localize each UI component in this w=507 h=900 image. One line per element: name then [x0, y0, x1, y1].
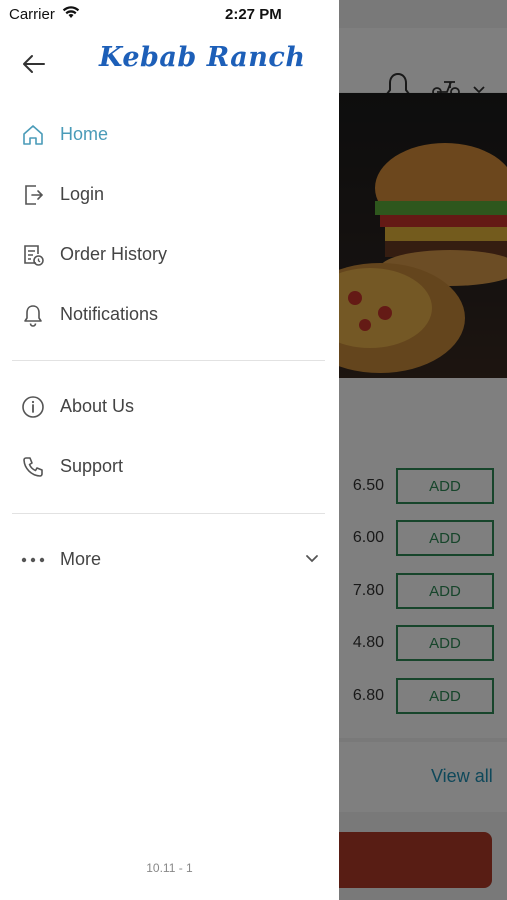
info-icon — [20, 394, 46, 420]
menu-item-home[interactable]: Home — [0, 109, 339, 161]
menu-label: More — [60, 549, 102, 569]
home-icon — [20, 122, 46, 148]
chevron-down-icon[interactable] — [304, 552, 320, 570]
menu-item-login[interactable]: Login — [0, 169, 339, 221]
menu-item-more[interactable]: More — [0, 534, 339, 586]
menu-item-notifications[interactable]: Notifications — [0, 289, 339, 341]
wifi-icon — [62, 6, 80, 24]
brand-logo: Kebab Ranch — [99, 42, 306, 73]
menu-label: Home — [60, 124, 109, 144]
order-history-icon — [20, 242, 46, 268]
carrier-label: Carrier — [9, 6, 55, 23]
menu-label: Support — [60, 456, 124, 476]
menu-divider — [12, 513, 325, 514]
back-arrow-icon[interactable] — [18, 48, 50, 80]
clock: 2:27 PM — [225, 6, 282, 23]
menu-item-about-us[interactable]: About Us — [0, 381, 339, 433]
app-version: 10.11 - 1 — [146, 861, 193, 875]
menu-divider — [12, 360, 325, 361]
phone-icon — [20, 454, 46, 480]
menu-label: Order History — [60, 244, 168, 264]
menu-item-order-history[interactable]: Order History — [0, 229, 339, 281]
bell-icon — [20, 302, 46, 328]
menu-label: Notifications — [60, 304, 159, 324]
menu-item-support[interactable]: Support — [0, 441, 339, 493]
menu-label: Login — [60, 184, 105, 204]
login-icon — [20, 182, 46, 208]
more-dots-icon — [20, 547, 46, 573]
drawer-header: Kebab Ranch — [0, 28, 339, 98]
status-bar: Carrier 2:27 PM — [0, 0, 507, 28]
menu-label: About Us — [60, 396, 135, 416]
navigation-drawer: Carrier 2:27 PM Kebab Ranch Home Login O… — [0, 0, 339, 900]
